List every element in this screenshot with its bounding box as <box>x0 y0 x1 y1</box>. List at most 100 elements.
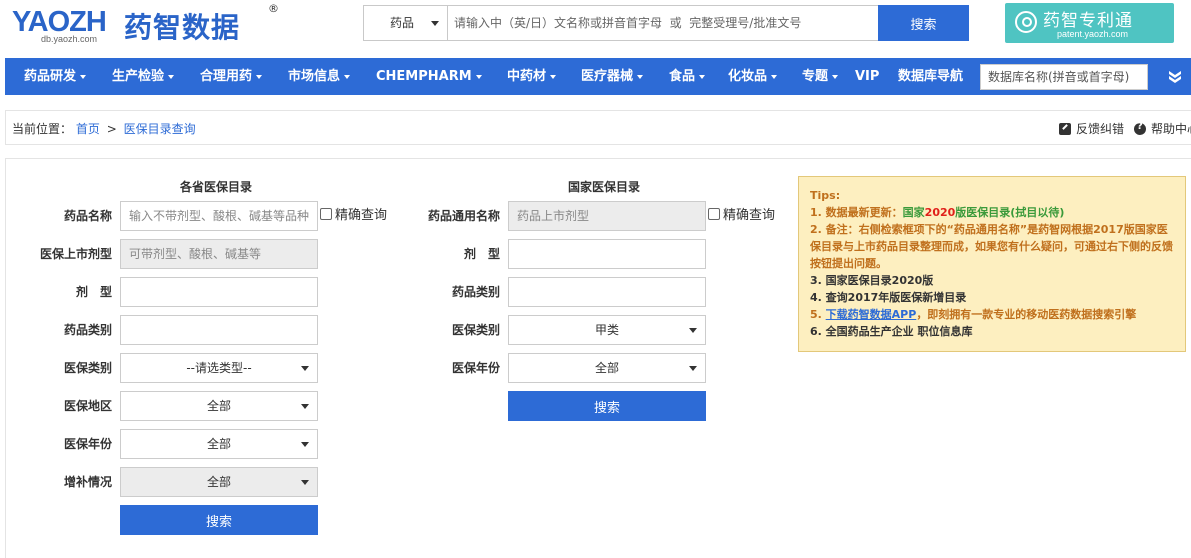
dosage-form-label: 剂 型 <box>75 285 112 299</box>
nav-label: 食品 <box>669 69 696 84</box>
national-year-select[interactable]: 全部 <box>508 353 706 383</box>
national-search-button[interactable]: 搜索 <box>508 391 706 421</box>
tip-1-prefix: 1. 数据最新更新： <box>810 206 903 219</box>
breadcrumb: 当前位置： 首页 > 医保目录查询 <box>12 120 196 137</box>
chevron-down-icon <box>771 74 778 79</box>
search-type-value: 药品 <box>390 16 415 30</box>
help-icon <box>1134 121 1146 135</box>
drug-category-input[interactable] <box>120 315 318 345</box>
drug-name-input[interactable] <box>120 201 318 231</box>
patent-title: 药智专利通 <box>1043 11 1133 31</box>
chevron-down-icon <box>689 328 697 333</box>
nav-item-rational-use[interactable]: 合理用药 <box>200 58 263 95</box>
checkbox-icon <box>320 208 332 220</box>
provincial-section-title: 各省医保目录 <box>180 180 253 194</box>
help-label: 帮助中心 <box>1151 122 1191 136</box>
chevron-down-icon <box>301 404 309 409</box>
logo-sub: db.yaozh.com <box>41 34 98 44</box>
logo-cn[interactable]: 药智数据 <box>124 6 240 46</box>
search-button[interactable]: 搜索 <box>878 5 969 41</box>
national-insurance-type-select[interactable]: 甲类 <box>508 315 706 345</box>
search-type-select[interactable]: 药品 <box>364 6 448 40</box>
patent-banner[interactable]: 药智专利通 patent.yaozh.com <box>1005 3 1174 43</box>
supplement-select[interactable]: 全部 <box>120 467 318 497</box>
tips-title: Tips: <box>810 189 841 202</box>
national-year-value: 全部 <box>594 361 619 375</box>
tip-line-3[interactable]: 3. 国家医保目录2020版 <box>810 272 1175 289</box>
nav-label: 生产检验 <box>112 69 165 84</box>
feedback-label: 反馈纠错 <box>1076 122 1125 136</box>
insurance-type-select[interactable]: --请选类型-- <box>120 353 318 383</box>
year-label: 医保年份 <box>63 437 112 451</box>
nav-label: 化妆品 <box>728 69 768 84</box>
chevron-down-icon <box>475 74 482 79</box>
nav-item-cosmetics[interactable]: 化妆品 <box>728 58 778 95</box>
listed-form-label: 医保上市剂型 <box>39 247 112 261</box>
download-app-link[interactable]: 下载药智数据APP <box>826 308 917 321</box>
provincial-exact-checkbox[interactable]: 精确查询 <box>320 206 387 226</box>
checkbox-icon <box>708 208 720 220</box>
national-insurance-type-label: 医保类别 <box>451 323 500 337</box>
nav-label: 医疗器械 <box>581 69 634 84</box>
logo-registered-mark: ® <box>268 2 279 15</box>
help-center-button[interactable]: 帮助中心 <box>1134 120 1191 137</box>
collapse-icon[interactable] <box>1165 66 1185 86</box>
chevron-down-icon <box>637 74 644 79</box>
tip-line-6[interactable]: 6. 全国药品生产企业 职位信息库 <box>810 323 1175 340</box>
exact-label: 精确查询 <box>723 208 776 223</box>
region-select[interactable]: 全部 <box>120 391 318 421</box>
chevron-down-icon <box>832 74 839 79</box>
nav-item-devices[interactable]: 医疗器械 <box>581 58 644 95</box>
nav-item-herbs[interactable]: 中药材 <box>507 58 557 95</box>
search-input[interactable] <box>448 6 878 40</box>
exact-label: 精确查询 <box>335 208 388 223</box>
tips-panel: Tips: 1. 数据最新更新：国家2020版医保目录(拭目以待) 2. 备注：… <box>798 176 1186 352</box>
edit-icon <box>1059 123 1071 135</box>
patent-url: patent.yaozh.com <box>1057 29 1129 39</box>
feedback-button[interactable]: 反馈纠错 <box>1059 120 1124 137</box>
dosage-form-input[interactable] <box>120 277 318 307</box>
chevron-down-icon <box>301 480 309 485</box>
breadcrumb-prefix: 当前位置： <box>12 122 73 136</box>
breadcrumb-current-link[interactable]: 医保目录查询 <box>124 122 196 136</box>
national-dosage-input[interactable] <box>508 239 706 269</box>
national-exact-checkbox[interactable]: 精确查询 <box>708 206 775 226</box>
database-search-input[interactable] <box>980 64 1148 90</box>
listed-form-input[interactable] <box>120 239 318 269</box>
breadcrumb-home-link[interactable]: 首页 <box>76 122 100 136</box>
nav-label: 市场信息 <box>288 69 341 84</box>
nav-item-topics[interactable]: 专题 <box>802 58 839 95</box>
nav-label: 专题 <box>802 69 829 84</box>
chevron-down-icon <box>699 74 706 79</box>
nav-item-market[interactable]: 市场信息 <box>288 58 351 95</box>
tip-line-1: 1. 数据最新更新：国家2020版医保目录(拭目以待) <box>810 204 1175 221</box>
main-nav: 药品研发 生产检验 合理用药 市场信息 CHEMPHARM 中药材 医疗器械 食… <box>5 58 1191 95</box>
provincial-search-button[interactable]: 搜索 <box>120 505 318 535</box>
nav-item-vip[interactable]: VIP <box>855 58 879 95</box>
region-value: 全部 <box>206 399 231 413</box>
national-category-input[interactable] <box>508 277 706 307</box>
chevron-down-icon <box>344 74 351 79</box>
chevron-down-icon <box>168 74 175 79</box>
tip-line-4[interactable]: 4. 查询2017年版医保新增目录 <box>810 289 1175 306</box>
nav-label: 数据库导航 <box>898 69 964 84</box>
breadcrumb-separator: > <box>106 122 117 136</box>
nav-item-food[interactable]: 食品 <box>669 58 706 95</box>
nav-label: CHEMPHARM <box>376 69 472 84</box>
nav-item-drug-rd[interactable]: 药品研发 <box>24 58 87 95</box>
nav-label: 合理用药 <box>200 69 253 84</box>
supplement-label: 增补情况 <box>63 475 112 489</box>
generic-name-input[interactable] <box>508 201 706 231</box>
tip-5-prefix: 5. <box>810 308 826 321</box>
national-year-label: 医保年份 <box>451 361 500 375</box>
year-select[interactable]: 全部 <box>120 429 318 459</box>
nav-item-production[interactable]: 生产检验 <box>112 58 175 95</box>
nav-label: VIP <box>855 69 880 84</box>
chevron-down-icon <box>301 366 309 371</box>
nav-label: 中药材 <box>507 69 547 84</box>
national-dosage-label: 剂 型 <box>463 247 500 261</box>
tip-1-suffix: 版医保目录(拭目以待) <box>955 206 1065 219</box>
supplement-value: 全部 <box>206 475 231 489</box>
nav-item-db-navigation[interactable]: 数据库导航 <box>898 58 963 95</box>
nav-item-chempharm[interactable]: CHEMPHARM <box>376 58 482 95</box>
